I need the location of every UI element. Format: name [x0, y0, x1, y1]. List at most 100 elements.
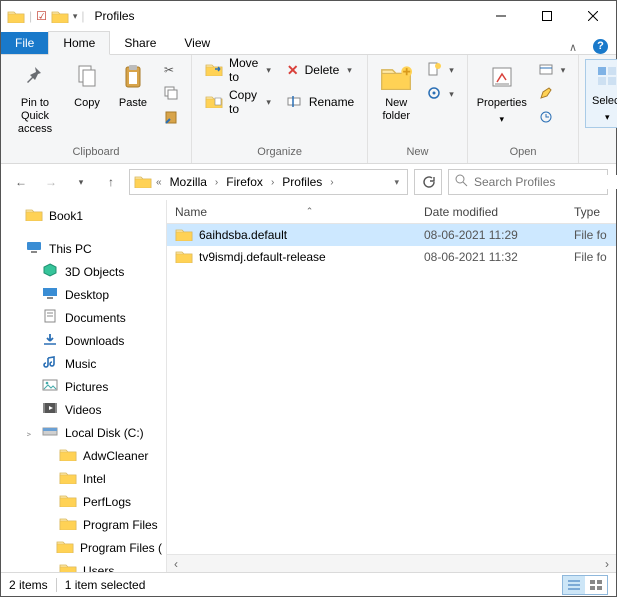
rename-button[interactable]: Rename — [280, 91, 361, 113]
select-button[interactable]: Select ▾ — [585, 59, 617, 128]
breadcrumb-item[interactable]: Profiles — [278, 175, 326, 189]
paste-button[interactable]: Paste — [111, 59, 155, 115]
history-button[interactable] — [532, 107, 573, 129]
tree-label: Videos — [65, 403, 101, 417]
file-date: 08-06-2021 11:32 — [416, 250, 566, 264]
new-item-button[interactable]: ▾ — [420, 59, 461, 81]
tab-view[interactable]: View — [170, 32, 224, 54]
table-row[interactable]: tv9ismdj.default-release 08-06-2021 11:32… — [167, 246, 616, 268]
breadcrumb-item[interactable]: Mozilla — [166, 175, 211, 189]
close-button[interactable] — [570, 1, 616, 31]
qat-newfolder-icon[interactable] — [51, 9, 69, 23]
easy-access-icon — [427, 86, 441, 103]
move-to-button[interactable]: Move to▾ — [198, 59, 278, 81]
tree-item[interactable]: AdwCleaner — [1, 444, 166, 467]
navigation-pane[interactable]: Book1 This PC 3D Objects DesktopDocuments… — [1, 200, 167, 572]
address-dropdown-icon[interactable]: ▾ — [390, 177, 403, 188]
tree-item[interactable]: ﹥ Local Disk (C:) — [1, 421, 166, 444]
tree-item-quick-book1[interactable]: Book1 — [1, 204, 166, 227]
expand-icon[interactable]: ﹥ — [23, 425, 35, 440]
disk-icon — [41, 424, 59, 441]
tree-item[interactable]: Documents — [1, 306, 166, 329]
move-to-icon — [205, 62, 223, 79]
breadcrumb-item[interactable]: Firefox — [222, 175, 267, 189]
maximize-button[interactable] — [524, 1, 570, 31]
copy-icon — [75, 64, 99, 93]
tree-label: 3D Objects — [65, 265, 124, 279]
search-box[interactable] — [448, 169, 608, 195]
copy-to-button[interactable]: Copy to▾ — [198, 91, 278, 113]
tree-item[interactable]: Pictures — [1, 375, 166, 398]
tree-item[interactable]: Downloads — [1, 329, 166, 352]
tree-item[interactable]: Desktop — [1, 283, 166, 306]
file-date: 08-06-2021 11:29 — [416, 228, 566, 242]
tree-item[interactable]: Videos — [1, 398, 166, 421]
music-icon — [41, 355, 59, 372]
tab-home[interactable]: Home — [48, 31, 110, 55]
qat-dropdown-icon[interactable]: ▾ — [73, 11, 78, 22]
tab-file[interactable]: File — [1, 32, 48, 54]
up-button[interactable]: ↑ — [99, 170, 123, 194]
tree-item[interactable]: 3D Objects — [1, 260, 166, 283]
paste-shortcut-button[interactable] — [157, 107, 185, 129]
docs-icon — [41, 309, 59, 326]
file-name: tv9ismdj.default-release — [199, 250, 326, 264]
edit-button[interactable] — [532, 83, 573, 105]
rows-container[interactable]: 6aihdsba.default08-06-2021 11:29File fot… — [167, 224, 616, 554]
cut-button[interactable]: ✂ — [157, 59, 185, 81]
copy-button[interactable]: Copy — [65, 59, 109, 115]
scroll-right-icon[interactable]: › — [598, 557, 616, 571]
open-button[interactable]: ▾ — [532, 59, 573, 81]
tab-share[interactable]: Share — [110, 32, 170, 54]
details-view-button[interactable] — [563, 576, 585, 594]
refresh-button[interactable] — [414, 169, 442, 195]
tree-item[interactable]: Music — [1, 352, 166, 375]
help-button[interactable]: ? — [585, 38, 616, 54]
thumbnails-view-button[interactable] — [585, 576, 607, 594]
tree-item[interactable]: PerfLogs — [1, 490, 166, 513]
tree-item[interactable]: Intel — [1, 467, 166, 490]
copy-path-button[interactable] — [157, 83, 185, 105]
column-date[interactable]: Date modified — [416, 205, 566, 219]
tree-item[interactable]: Users — [1, 559, 166, 572]
tree-label: PerfLogs — [83, 495, 131, 509]
minimize-button[interactable] — [478, 1, 524, 31]
address-bar[interactable]: « Mozilla › Firefox › Profiles › ▾ — [129, 169, 408, 195]
recent-locations-button[interactable]: ▾ — [69, 170, 93, 194]
desktop-icon — [41, 286, 59, 303]
search-input[interactable] — [474, 175, 617, 189]
tree-label: Program Files — [83, 518, 158, 532]
column-type[interactable]: Type — [566, 205, 616, 219]
copy-to-icon — [205, 94, 223, 111]
tree-item[interactable]: Program Files ( — [1, 536, 166, 559]
chevron-right-icon[interactable]: › — [213, 177, 220, 188]
chevron-right-icon[interactable]: › — [328, 177, 335, 188]
easy-access-button[interactable]: ▾ — [420, 83, 461, 105]
scissors-icon: ✂ — [164, 63, 174, 77]
back-button[interactable]: ← — [9, 170, 33, 194]
pin-quick-access-button[interactable]: Pin to Quick access — [7, 59, 63, 141]
scroll-left-icon[interactable]: ‹ — [167, 557, 185, 571]
delete-button[interactable]: ✕ Delete▾ — [280, 59, 361, 81]
forward-button[interactable]: → — [39, 170, 63, 194]
chevron-right-icon[interactable]: › — [269, 177, 276, 188]
ribbon-collapse-icon[interactable]: ∧ — [561, 41, 585, 54]
tree-item-this-pc[interactable]: This PC — [1, 237, 166, 260]
ribbon: Pin to Quick access Copy Paste ✂ Clipboa… — [1, 55, 616, 164]
tree-item[interactable]: Program Files — [1, 513, 166, 536]
group-organize: Move to▾ Copy to▾ ✕ Delete▾ Rename Organ… — [192, 55, 368, 163]
tree-label: Local Disk (C:) — [65, 426, 144, 440]
column-name[interactable]: Name⌃ — [167, 205, 416, 219]
chevron-right-icon[interactable]: « — [154, 177, 164, 188]
pictures-icon — [41, 378, 59, 395]
properties-button[interactable]: Properties ▾ — [474, 59, 530, 130]
main-area: Book1 This PC 3D Objects DesktopDocuments… — [1, 200, 616, 572]
horizontal-scrollbar[interactable]: ‹ › — [167, 554, 616, 572]
table-row[interactable]: 6aihdsba.default08-06-2021 11:29File fo — [167, 224, 616, 246]
folder-icon — [175, 249, 193, 266]
group-open: Properties ▾ ▾ Open — [468, 55, 580, 163]
downloads-icon — [41, 332, 59, 349]
qat-properties-icon[interactable]: ☑ — [36, 9, 47, 23]
file-type: File fo — [566, 228, 616, 242]
new-folder-button[interactable]: New folder — [374, 59, 418, 128]
